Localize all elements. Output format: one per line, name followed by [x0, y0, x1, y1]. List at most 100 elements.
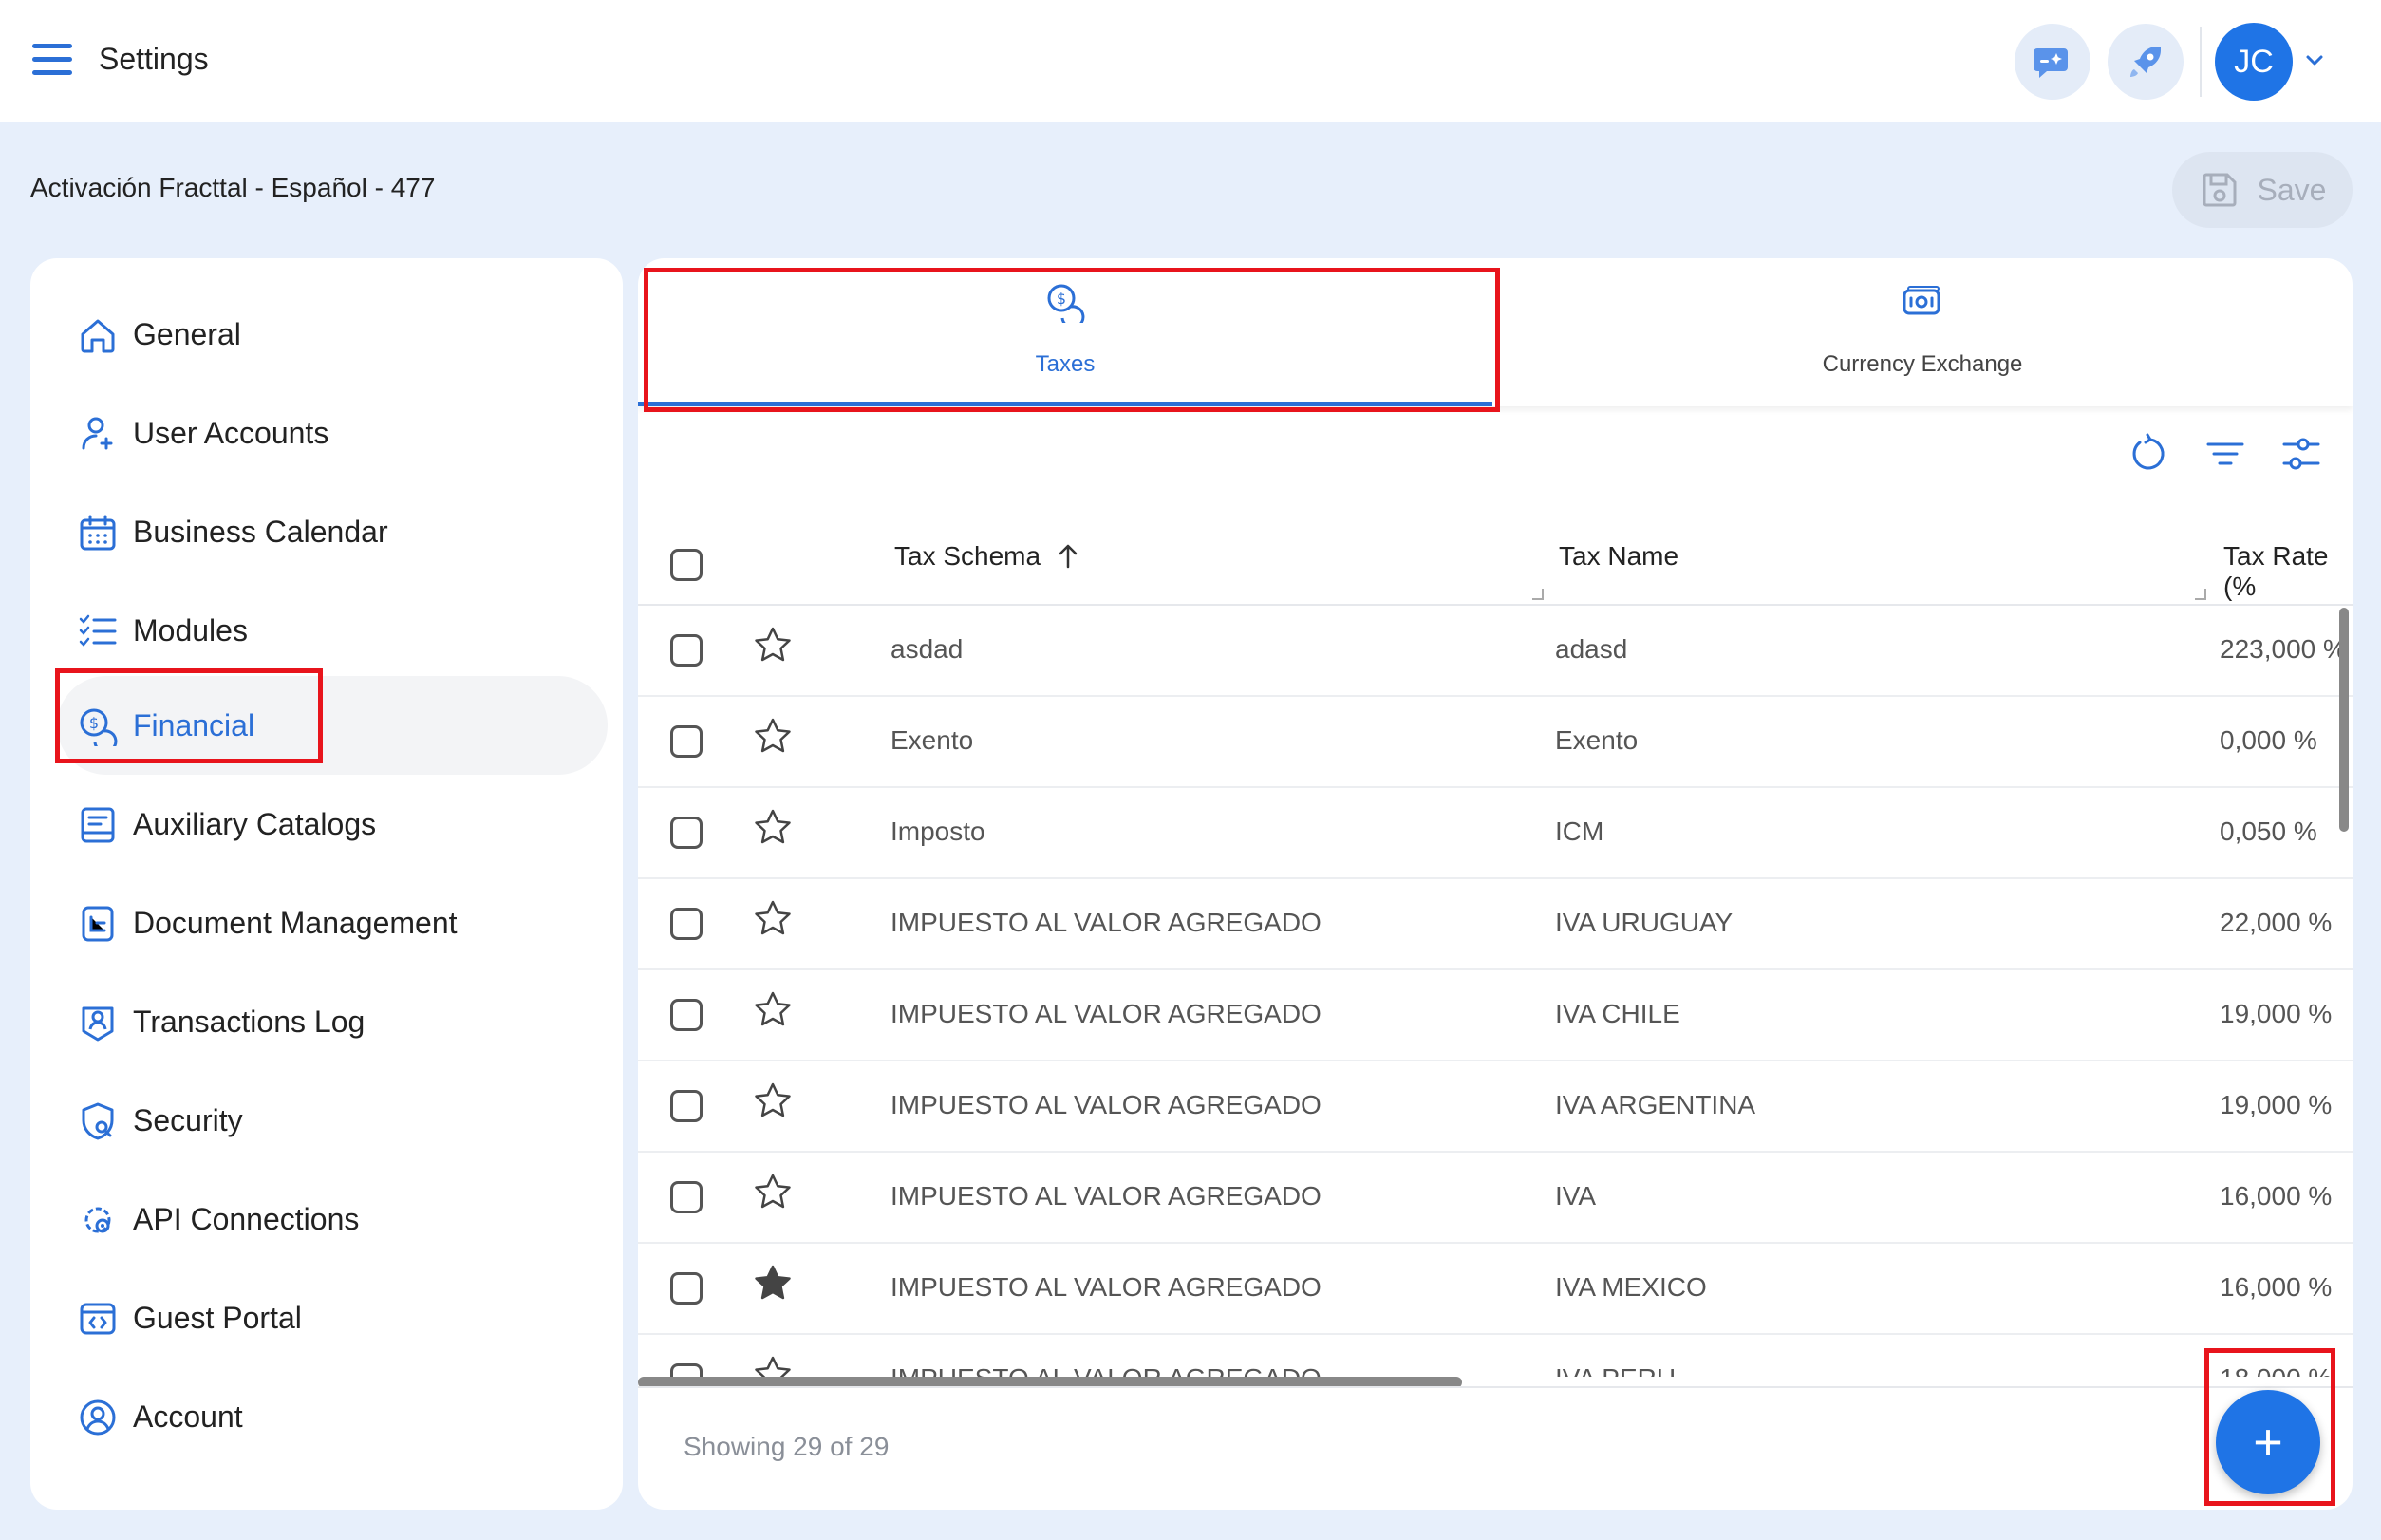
onboarding-button[interactable] [2108, 24, 2184, 100]
sidebar-item-guest-portal[interactable]: Guest Portal [30, 1268, 623, 1367]
add-tax-button[interactable]: + [2216, 1390, 2320, 1494]
cell-tax-name: IVA [1555, 1181, 1597, 1211]
sidebar-item-label: Guest Portal [133, 1300, 302, 1335]
cell-tax-name: IVA PERU [1555, 1363, 1676, 1377]
table-row[interactable]: IMPUESTO AL VALOR AGREGADO IVA 16,000 % [638, 1153, 2353, 1244]
column-header-tax-name[interactable]: Tax Name [1559, 541, 1678, 572]
cell-tax-schema: IMPUESTO AL VALOR AGREGADO [891, 999, 1322, 1028]
vertical-scrollbar[interactable] [2339, 608, 2349, 832]
tab-label: Taxes [1035, 351, 1096, 377]
cell-tax-name: IVA CHILE [1555, 999, 1680, 1028]
sidebar-item-label: Financial [133, 707, 255, 742]
sidebar-item-security[interactable]: Security [30, 1071, 623, 1170]
column-header-label: Tax Rate (% [2223, 541, 2329, 601]
table-row[interactable]: Exento Exento 0,000 % [638, 697, 2353, 788]
cell-tax-schema: IMPUESTO AL VALOR AGREGADO [891, 1181, 1322, 1211]
cell-tax-rate: 19,000 % [2220, 1090, 2333, 1119]
sidebar-item-user-accounts[interactable]: User Accounts [30, 384, 623, 482]
table-row[interactable]: IMPUESTO AL VALOR AGREGADO IVA URUGUAY 2… [638, 879, 2353, 970]
row-checkbox[interactable] [670, 725, 703, 758]
row-checkbox[interactable] [670, 1272, 703, 1305]
star-outline-icon[interactable] [752, 807, 794, 849]
tab-taxes[interactable]: $ Taxes [638, 258, 1492, 406]
sidebar-item-financial[interactable]: $ Financial [30, 676, 623, 775]
column-header-tax-rate[interactable]: Tax Rate (% [2223, 541, 2353, 602]
svg-text:$: $ [89, 714, 99, 732]
column-resize-handle[interactable] [2195, 589, 2206, 600]
sidebar-item-business-calendar[interactable]: Business Calendar [30, 482, 623, 581]
sidebar-item-modules[interactable]: Modules [30, 581, 623, 680]
row-checkbox[interactable] [670, 817, 703, 849]
star-outline-icon[interactable] [752, 898, 794, 940]
column-header-tax-schema[interactable]: Tax Schema [894, 541, 1082, 572]
row-checkbox[interactable] [670, 999, 703, 1031]
table-body: asdad adasd 223,000 % Exento Exento 0,00… [638, 606, 2353, 1377]
cell-tax-rate: 22,000 % [2220, 908, 2333, 937]
cell-tax-schema: IMPUESTO AL VALOR AGREGADO [891, 1090, 1322, 1119]
row-checkbox[interactable] [670, 1363, 703, 1377]
row-checkbox[interactable] [670, 1181, 703, 1213]
cell-tax-schema: Exento [891, 725, 974, 755]
sidebar-item-label: Modules [133, 612, 248, 648]
main-panel: $ Taxes Currency Exchange Tax Schema Tax… [638, 258, 2353, 1510]
tab-label: Currency Exchange [1822, 351, 2023, 377]
row-checkbox[interactable] [670, 634, 703, 667]
table-row[interactable]: Imposto ICM 0,050 % [638, 788, 2353, 879]
select-all-checkbox[interactable] [670, 549, 703, 581]
calendar-icon [80, 515, 116, 551]
star-outline-icon[interactable] [752, 989, 794, 1031]
star-outline-icon[interactable] [752, 1172, 794, 1213]
sidebar-item-label: Account [133, 1399, 243, 1434]
cell-tax-schema: IMPUESTO AL VALOR AGREGADO [891, 908, 1322, 937]
coins-icon: $ [80, 708, 118, 746]
star-outline-icon[interactable] [752, 625, 794, 667]
menu-icon[interactable] [32, 44, 72, 78]
column-resize-handle[interactable] [1532, 589, 1544, 600]
table-row[interactable]: IMPUESTO AL VALOR AGREGADO IVA ARGENTINA… [638, 1061, 2353, 1153]
filter-icon[interactable] [2204, 433, 2246, 475]
sort-ascending-icon [1059, 544, 1078, 569]
sidebar-item-label: Auxiliary Catalogs [133, 806, 377, 841]
table-row[interactable]: IMPUESTO AL VALOR AGREGADO IVA MEXICO 16… [638, 1244, 2353, 1335]
star-filled-icon[interactable] [752, 1263, 794, 1305]
sidebar-item-auxiliary-catalogs[interactable]: Auxiliary Catalogs [30, 775, 623, 873]
save-button[interactable]: Save [2172, 152, 2353, 228]
table-row[interactable]: IMPUESTO AL VALOR AGREGADO IVA CHILE 19,… [638, 970, 2353, 1061]
table-header: Tax Schema Tax Name Tax Rate (% [638, 513, 2353, 606]
cell-tax-name: IVA ARGENTINA [1555, 1090, 1756, 1119]
sidebar-item-api-connections[interactable]: API Connections [30, 1170, 623, 1268]
refresh-icon[interactable] [2128, 433, 2170, 475]
user-circle-icon [80, 1399, 116, 1436]
ai-chat-button[interactable] [2015, 24, 2090, 100]
badge-icon [82, 1006, 114, 1042]
sidebar-item-document-management[interactable]: Document Management [30, 873, 623, 972]
tab-currency-exchange[interactable]: Currency Exchange [1492, 258, 2353, 406]
user-avatar[interactable]: JC [2215, 23, 2293, 101]
table-row[interactable]: asdad adasd 223,000 % [638, 606, 2353, 697]
active-tab-indicator [638, 402, 1492, 406]
cell-tax-schema: IMPUESTO AL VALOR AGREGADO [891, 1272, 1322, 1302]
cell-tax-name: IVA URUGUAY [1555, 908, 1734, 937]
svg-text:$: $ [1057, 290, 1066, 308]
row-checkbox[interactable] [670, 908, 703, 940]
column-settings-icon[interactable] [2280, 433, 2322, 475]
cell-tax-rate: 16,000 % [2220, 1272, 2333, 1302]
star-outline-icon[interactable] [752, 1354, 794, 1377]
save-button-label: Save [2257, 172, 2327, 207]
home-icon [81, 319, 115, 353]
sidebar-item-account[interactable]: Account [30, 1367, 623, 1466]
cash-icon [1903, 286, 1940, 315]
cell-tax-rate: 19,000 % [2220, 999, 2333, 1028]
star-outline-icon[interactable] [752, 1080, 794, 1122]
cell-tax-schema: IMPUESTO AL VALOR AGREGADO [891, 1363, 1322, 1377]
table-row[interactable]: IMPUESTO AL VALOR AGREGADO IVA PERU 18,0… [638, 1335, 2353, 1377]
star-outline-icon[interactable] [752, 716, 794, 758]
sidebar-item-transactions-log[interactable]: Transactions Log [30, 972, 623, 1071]
cell-tax-schema: Imposto [891, 817, 985, 846]
cell-tax-name: IVA MEXICO [1555, 1272, 1707, 1302]
settings-sidebar: General User Accounts Business Calendar … [30, 258, 623, 1510]
sidebar-item-general[interactable]: General [30, 285, 623, 384]
row-checkbox[interactable] [670, 1090, 703, 1122]
sidebar-item-label: Business Calendar [133, 514, 388, 549]
chevron-down-icon[interactable] [2301, 49, 2328, 72]
